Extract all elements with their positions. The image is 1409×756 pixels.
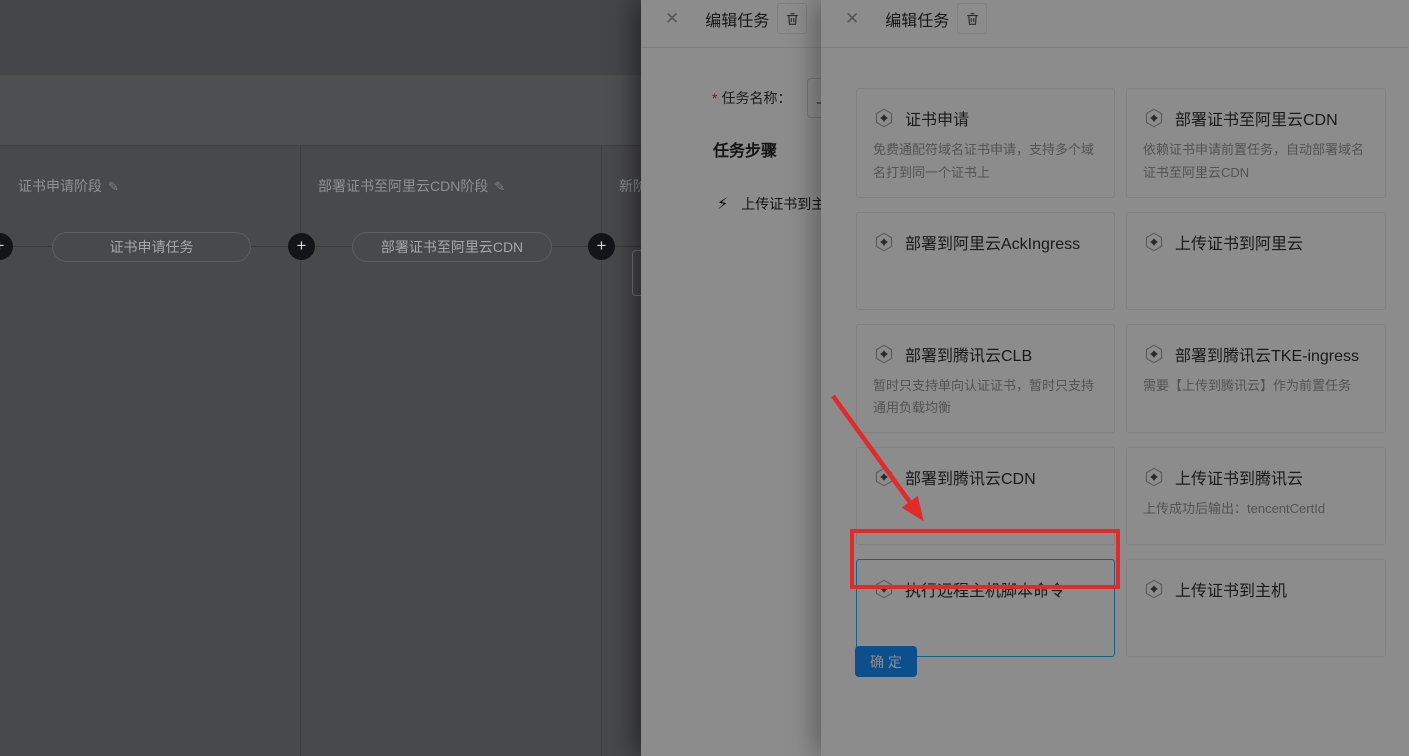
stage-title: 部署证书至阿里云CDN阶段 ✎ — [318, 176, 505, 196]
task-node-deploy-cdn[interactable]: 部署证书至阿里云CDN — [352, 232, 552, 262]
task-node-cert-request[interactable]: 证书申请任务 — [52, 232, 251, 262]
stage-name: 部署证书至阿里云CDN阶段 — [318, 178, 488, 194]
drawer-dim-mask — [641, 0, 1409, 756]
edit-stage-icon[interactable]: ✎ — [108, 179, 119, 194]
add-stage-icon[interactable]: + — [588, 233, 615, 260]
add-stage-icon[interactable]: + — [288, 233, 315, 260]
edit-task-drawer-back: ✕ 编辑任务 *任务名称： 任务步骤 ⚡ 上传证书到主机 — [641, 0, 1409, 756]
app-root: 证书申请阶段✎ 部署证书至阿里云CDN阶段✎ 新阶段 证书申请任务 部署证书至阿… — [0, 0, 1409, 756]
stage-name: 证书申请阶段 — [18, 178, 102, 194]
stage-title: 证书申请阶段 ✎ — [18, 176, 119, 196]
add-stage-icon[interactable]: + — [0, 233, 13, 260]
edit-stage-icon[interactable]: ✎ — [494, 179, 505, 194]
